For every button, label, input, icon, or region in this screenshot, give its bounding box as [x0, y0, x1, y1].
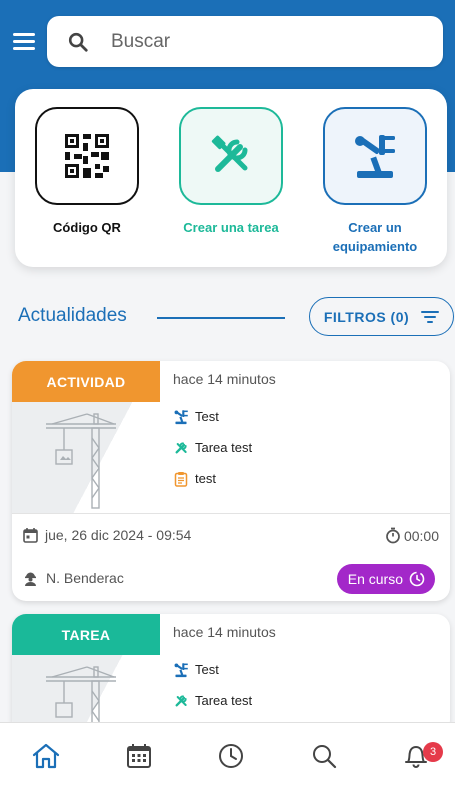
clipboard-icon [174, 471, 188, 487]
section-divider [157, 317, 285, 319]
qr-code-label: Código QR [53, 220, 121, 235]
card-duration-text: 00:00 [403, 527, 439, 544]
card-date-text: jue, 26 dic 2024 - 09:54 [45, 527, 192, 543]
card-person: N. Benderac [23, 570, 124, 586]
note-row: test [173, 463, 252, 494]
filters-button[interactable]: FILTROS (0) [309, 297, 454, 336]
filter-icon [421, 310, 440, 323]
card-type-badge: TAREA [12, 614, 160, 655]
card-type-badge: ACTIVIDAD [12, 361, 160, 402]
worker-icon [25, 572, 36, 586]
equipment-icon [355, 135, 395, 178]
search-bar[interactable] [47, 16, 443, 67]
equipment-image [12, 402, 160, 514]
person-name: N. Benderac [46, 570, 124, 586]
nav-search[interactable] [309, 741, 339, 771]
task-row: Tarea test [173, 432, 252, 463]
nav-calendar[interactable] [124, 741, 154, 771]
activity-card[interactable]: ACTIVIDAD hace 14 minutos Test Tarea tes… [12, 361, 450, 601]
equipment-icon [174, 409, 188, 424]
nav-home[interactable] [31, 741, 61, 771]
search-input[interactable] [111, 30, 391, 53]
status-badge[interactable]: En curso [336, 564, 435, 594]
notification-count-badge: 3 [423, 742, 443, 762]
create-task-label: Crear una tarea [183, 220, 279, 235]
search-icon [68, 32, 88, 52]
create-task-button[interactable]: Crear una tarea [178, 107, 284, 237]
calendar-icon [23, 528, 38, 543]
create-equipment-button[interactable]: Crear un equipamiento [322, 107, 428, 256]
home-icon [32, 743, 60, 769]
status-label: En curso [347, 571, 403, 587]
clock-icon [409, 571, 425, 587]
equipment-icon [174, 662, 188, 677]
card-divider [12, 513, 450, 514]
nav-history[interactable] [216, 741, 246, 771]
stopwatch-icon [386, 527, 400, 544]
calendar-icon [127, 744, 151, 768]
quick-actions-panel: Código QR Crear una tarea Crear un equip… [15, 89, 447, 267]
tools-icon [175, 694, 187, 706]
history-icon [219, 744, 243, 768]
menu-button[interactable] [13, 33, 35, 51]
section-title: Actualidades [18, 305, 127, 326]
task-card[interactable]: TAREA hace 14 minutos Test Tarea test [12, 614, 450, 734]
equipment-row: Test [173, 401, 252, 432]
equipment-row: Test [173, 654, 252, 685]
equipment-name: Test [195, 409, 219, 424]
tools-icon [175, 441, 187, 453]
task-row: Tarea test [173, 685, 252, 716]
crane-image [46, 413, 116, 509]
card-date: jue, 26 dic 2024 - 09:54 [23, 527, 191, 543]
create-equipment-label: Crear un equipamiento [332, 220, 418, 254]
card-time: hace 14 minutos [173, 371, 276, 387]
menu-icon [13, 33, 35, 36]
qr-code-icon [65, 134, 109, 178]
search-icon [313, 745, 337, 769]
note-text: test [195, 471, 216, 486]
filters-label: FILTROS (0) [323, 308, 410, 325]
card-time: hace 14 minutos [173, 624, 276, 640]
bottom-nav [0, 722, 455, 787]
card-duration: 00:00 [385, 527, 439, 544]
equipment-name: Test [195, 662, 219, 677]
task-name: Tarea test [195, 440, 253, 455]
task-name: Tarea test [195, 693, 253, 708]
tools-icon [211, 135, 248, 172]
qr-code-button[interactable]: Código QR [34, 107, 140, 237]
